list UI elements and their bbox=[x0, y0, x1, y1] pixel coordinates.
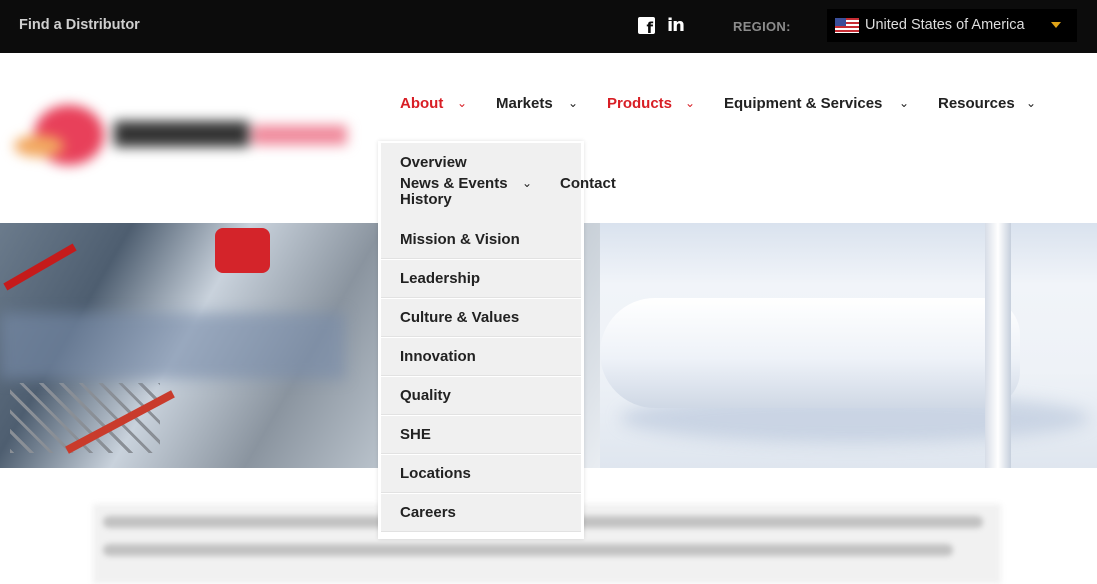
region-label: REGION: bbox=[733, 19, 791, 34]
facebook-icon[interactable]: f bbox=[638, 17, 655, 37]
region-select[interactable]: United States of America bbox=[827, 9, 1077, 42]
menu-item-culture-values[interactable]: Culture & Values bbox=[381, 299, 581, 337]
chevron-down-icon: ⌄ bbox=[1026, 96, 1037, 110]
menu-item-innovation[interactable]: Innovation bbox=[381, 338, 581, 376]
find-distributor-link[interactable]: Find a Distributor bbox=[19, 17, 140, 33]
menu-item-she[interactable]: SHE bbox=[381, 416, 581, 454]
menu-item-locations[interactable]: Locations bbox=[381, 455, 581, 493]
company-logo[interactable] bbox=[14, 95, 357, 185]
nav-resources[interactable]: Resources bbox=[938, 95, 1015, 112]
linkedin-icon[interactable]: in bbox=[667, 17, 686, 35]
nav-markets[interactable]: Markets bbox=[496, 95, 553, 112]
facebook-glyph: f bbox=[646, 19, 653, 37]
nav-news-events[interactable]: News & Events bbox=[400, 175, 508, 192]
chevron-down-icon: ⌄ bbox=[899, 96, 910, 110]
menu-item-careers[interactable]: Careers bbox=[381, 494, 581, 532]
nav-about[interactable]: About bbox=[400, 95, 443, 112]
about-dropdown-menu: Overview History Mission & Vision Leader… bbox=[378, 141, 584, 539]
nav-contact[interactable]: Contact bbox=[560, 175, 616, 192]
chevron-down-icon: ⌄ bbox=[568, 96, 579, 110]
menu-item-overview[interactable]: Overview bbox=[400, 154, 581, 171]
menu-item-history[interactable]: History bbox=[400, 191, 581, 208]
chevron-down-icon: ⌄ bbox=[457, 96, 468, 110]
top-bar: Find a Distributor f in REGION: United S… bbox=[0, 0, 1097, 53]
nav-equipment-services[interactable]: Equipment & Services bbox=[724, 95, 882, 112]
us-flag-icon bbox=[835, 18, 859, 33]
menu-item-leadership[interactable]: Leadership bbox=[381, 260, 581, 298]
nav-products[interactable]: Products bbox=[607, 95, 672, 112]
menu-item-mission-vision[interactable]: Mission & Vision bbox=[381, 221, 581, 259]
caret-down-icon bbox=[1051, 22, 1061, 28]
chevron-down-icon: ⌄ bbox=[522, 176, 533, 190]
menu-item-quality[interactable]: Quality bbox=[381, 377, 581, 415]
hero-caption-blurred bbox=[0, 313, 345, 379]
chevron-down-icon: ⌄ bbox=[685, 96, 696, 110]
region-value: United States of America bbox=[865, 17, 1025, 33]
